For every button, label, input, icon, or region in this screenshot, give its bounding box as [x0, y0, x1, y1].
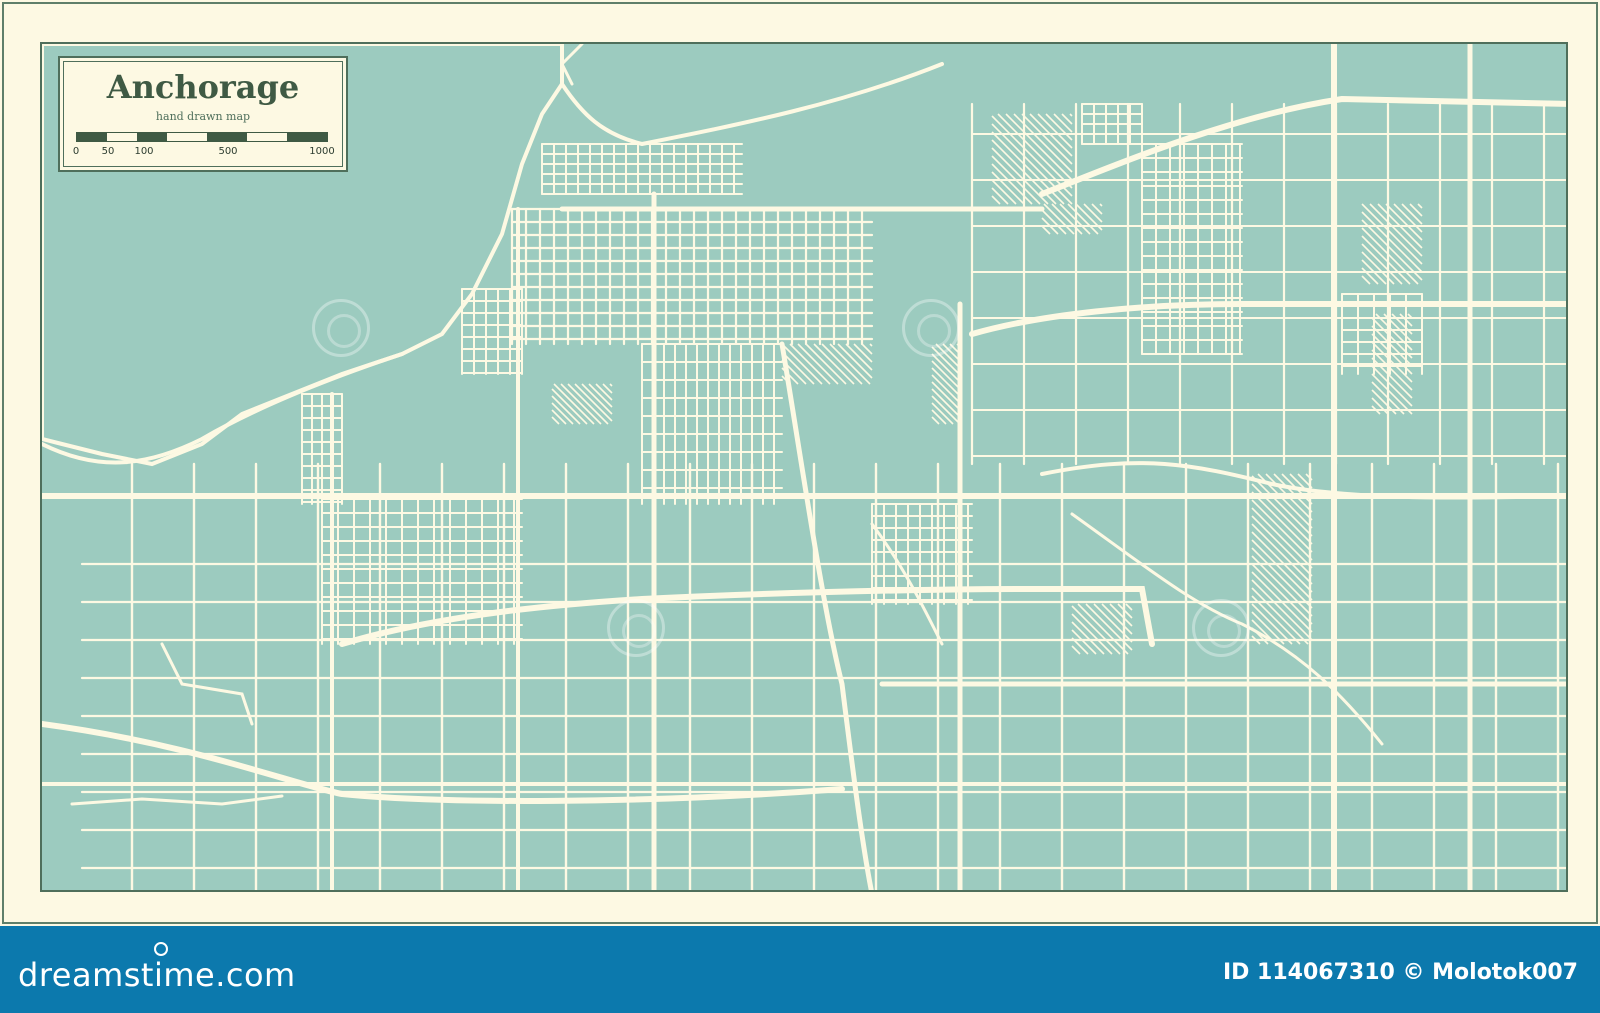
street: [70, 794, 284, 806]
hatch-line: [1125, 603, 1133, 611]
footer-bar: dreamstime.com ID 114067310 © Molotok007: [0, 926, 1600, 1013]
hatch-line: [1251, 531, 1313, 593]
hatch-line: [931, 416, 940, 425]
hatch-line: [931, 395, 961, 425]
hatch-line: [1099, 203, 1103, 207]
watermark-swirl-icon: [607, 599, 665, 657]
hatch-line: [997, 113, 1073, 189]
hatch-line: [1069, 113, 1073, 117]
hatch-line: [991, 163, 1033, 205]
street: [160, 642, 254, 726]
hatch-line: [1093, 603, 1133, 643]
hatch-line: [869, 343, 873, 347]
hatch-line: [1041, 225, 1051, 235]
image-id-credit: ID 114067310 © Molotok007: [1222, 960, 1578, 985]
hatch-line: [1251, 499, 1313, 561]
coastal-road: [560, 44, 584, 86]
scale-segment: [137, 133, 167, 141]
hatch-line: [1361, 203, 1423, 265]
hatch-line: [853, 343, 873, 363]
brand-swirl-icon: [154, 942, 168, 956]
hatch-line: [1071, 613, 1113, 655]
hatch-line: [1053, 113, 1073, 133]
hatch-line: [551, 395, 581, 425]
map-legend-box: Anchorage hand drawn map 0 50 100 500 10…: [58, 56, 348, 172]
map-subtitle: hand drawn map: [155, 110, 251, 123]
hatch-line: [991, 195, 1001, 205]
hatch-line: [1251, 507, 1313, 569]
hatch-line: [991, 171, 1025, 205]
hatch-line: [813, 343, 855, 385]
hatch-line: [1251, 515, 1313, 577]
hatch-line: [797, 343, 839, 385]
hatch-line: [1071, 645, 1081, 655]
hatch-line: [551, 416, 560, 425]
scale-segment: [287, 133, 327, 141]
hatch-line: [1251, 603, 1293, 645]
map-title: Anchorage: [106, 68, 300, 106]
footer-brand[interactable]: dreamstime.com: [18, 956, 296, 994]
hatch-line: [991, 131, 1065, 205]
hatch-line: [1101, 603, 1133, 635]
hatch-line: [1417, 203, 1423, 209]
hatch-line: [1077, 603, 1129, 655]
hatch-line: [1369, 203, 1423, 257]
hatch-line: [1393, 203, 1423, 233]
hatch-line: [829, 343, 871, 385]
hatch-line: [1361, 275, 1371, 285]
watermark-swirl-icon: [312, 299, 370, 357]
hatch-line: [821, 343, 863, 385]
hatch-line: [1051, 203, 1083, 235]
hatch-line: [551, 409, 567, 425]
hatch-line: [1361, 211, 1423, 273]
scale-segment: [207, 133, 247, 141]
hatch-line: [595, 383, 613, 401]
coastal-road: [560, 62, 944, 147]
hatch-line: [1251, 523, 1313, 585]
scale-tick-label: 50: [101, 146, 115, 157]
hatch-line: [551, 388, 588, 425]
hatch-line: [1385, 203, 1423, 241]
scale-tick-label: 100: [134, 146, 154, 157]
hatch-line: [1371, 373, 1413, 415]
hatch-line: [1361, 251, 1395, 285]
scale-segment: [247, 133, 287, 141]
hatch-line: [1251, 547, 1313, 609]
hatch-line: [1361, 267, 1379, 285]
hatch-line: [1071, 621, 1105, 655]
hatch-line: [1067, 203, 1099, 235]
hatch-line: [1361, 243, 1403, 285]
scale-bar: [76, 132, 328, 142]
scale-tick-label: 0: [72, 146, 80, 157]
hatch-line: [1043, 203, 1075, 235]
scale-segment: [167, 133, 207, 141]
hatch-line: [789, 343, 831, 385]
scale-segment: [77, 133, 107, 141]
watermark-swirl-icon: [1192, 599, 1250, 657]
hatch-line: [931, 409, 947, 425]
hatch-line: [1251, 539, 1313, 601]
hatch-line: [1251, 579, 1313, 641]
scale-tick-label: 1000: [309, 146, 335, 157]
map-poster: Anchorage hand drawn map 0 50 100 500 10…: [0, 0, 1600, 1013]
scale-segment: [107, 133, 137, 141]
hatch-line: [1257, 473, 1313, 529]
watermark-swirl-icon: [902, 299, 960, 357]
hatch-line: [991, 187, 1009, 205]
hatch-line: [1083, 203, 1103, 223]
hatch-line: [805, 343, 847, 385]
hatch-line: [1021, 113, 1073, 165]
hatch-line: [1371, 397, 1389, 415]
hatch-line: [1251, 491, 1313, 553]
hatch-line: [609, 383, 613, 387]
scale-tick-label: 500: [218, 146, 238, 157]
hatch-line: [1251, 563, 1313, 625]
highway: [779, 341, 874, 890]
